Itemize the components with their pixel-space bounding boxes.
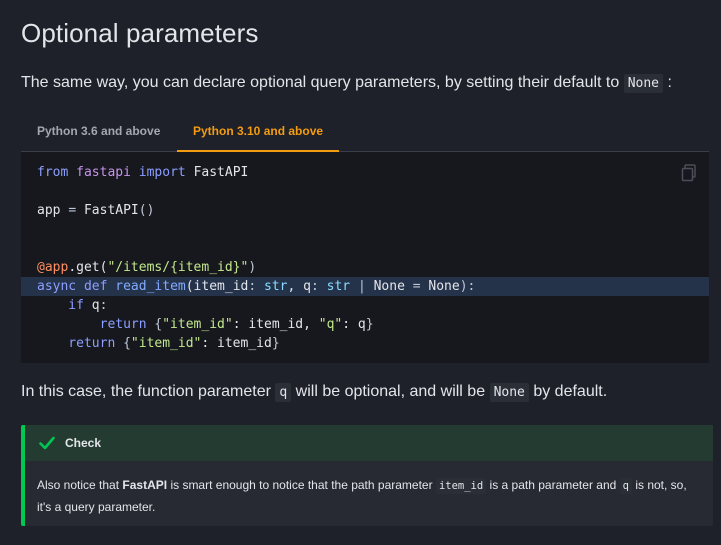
code-token: : <box>99 298 108 313</box>
code-token: : item_id, <box>232 317 319 332</box>
code-token: None <box>373 279 413 294</box>
inline-code-none-2: None <box>489 383 529 402</box>
code-token: | <box>357 279 374 294</box>
inline-code-item-id: item_id <box>435 478 487 494</box>
code-token: ): <box>459 279 476 294</box>
code-line: async def read_item(item_id: str, q: str… <box>21 277 709 296</box>
code-token: = <box>412 279 429 294</box>
code-line: from fastapi import FastAPI <box>21 163 709 182</box>
code-token: (item_id <box>185 279 249 294</box>
code-tabs: Python 3.6 and above Python 3.10 and abo… <box>21 115 709 152</box>
inline-code-none: None <box>623 74 664 93</box>
code-token: () <box>138 203 155 218</box>
check-admonition: Check Also notice that FastAPI is smart … <box>21 425 713 526</box>
code-block: from fastapi import FastAPI app = FastAPI… <box>21 152 709 363</box>
code-token: read_item <box>115 279 186 294</box>
explanation-paragraph: In this case, the function parameter q w… <box>21 381 709 404</box>
code-token: None <box>428 279 460 294</box>
admonition-body: Also notice that FastAPI is smart enough… <box>37 475 697 518</box>
copy-icon[interactable] <box>681 164 697 182</box>
adm-text-2: is smart enough to notice that the path … <box>170 478 433 492</box>
code-token: FastAPI <box>193 165 249 180</box>
adm-text-1: Also notice that <box>37 478 120 492</box>
code-line: @app.get("/items/{item_id}") <box>21 258 709 277</box>
code-line: return {"item_id": item_id, "q": q} <box>21 315 709 334</box>
code-token: app <box>37 203 69 218</box>
inline-code-q: q <box>275 383 292 402</box>
adm-bold-fastapi: FastAPI <box>122 478 168 492</box>
code-token: : item_id <box>201 336 272 351</box>
intro-suffix: : <box>667 74 672 91</box>
code-token: return <box>37 336 124 351</box>
page-title: Optional parameters <box>21 18 259 48</box>
admonition-title-bar: Check <box>25 425 713 461</box>
code-token: import <box>138 165 194 180</box>
code-token: "item_id" <box>130 336 202 351</box>
tab-python-3-6[interactable]: Python 3.6 and above <box>21 115 176 150</box>
check-icon <box>39 436 55 450</box>
code-token: : q <box>342 317 366 332</box>
intro-text: The same way, you can declare optional q… <box>21 74 620 91</box>
code-token: if <box>37 298 92 313</box>
code-token: def <box>83 279 116 294</box>
code-token: q <box>91 298 100 313</box>
code-token: "q" <box>318 317 343 332</box>
code-token: .get( <box>68 260 108 275</box>
code-token: @app <box>37 260 69 275</box>
inline-code-q-2: q <box>619 478 632 494</box>
code-token: ) <box>248 260 257 275</box>
code-token: return <box>37 317 155 332</box>
admonition-title: Check <box>65 436 102 450</box>
tab-python-3-10[interactable]: Python 3.10 and above <box>177 115 340 152</box>
code-token: : <box>248 279 265 294</box>
code-token: fastapi <box>76 165 139 180</box>
code-token: } <box>365 317 374 332</box>
code-token: { <box>123 336 131 351</box>
para-text-2: will be optional, and will be <box>295 383 486 400</box>
code-line: return {"item_id": item_id} <box>21 334 709 353</box>
code-token: = <box>68 203 84 218</box>
code-token: } <box>271 336 280 351</box>
para-text-3: by default. <box>533 383 608 400</box>
code-token: from <box>37 165 77 180</box>
code-token: , q <box>287 279 311 294</box>
code-line: app = FastAPI() <box>21 201 709 220</box>
code-token: : <box>310 279 327 294</box>
adm-text-3: is a path parameter and <box>489 478 617 492</box>
para-text-1: In this case, the function parameter <box>21 383 271 400</box>
code-line: if q: <box>21 296 709 315</box>
code-token: str <box>326 279 358 294</box>
code-token: FastAPI <box>83 203 139 218</box>
code-token: async <box>37 279 84 294</box>
code-token: "item_id" <box>162 317 233 332</box>
intro-paragraph: The same way, you can declare optional q… <box>21 72 709 95</box>
code-token: "/items/{item_id}" <box>107 260 249 275</box>
code-token: str <box>264 279 288 294</box>
